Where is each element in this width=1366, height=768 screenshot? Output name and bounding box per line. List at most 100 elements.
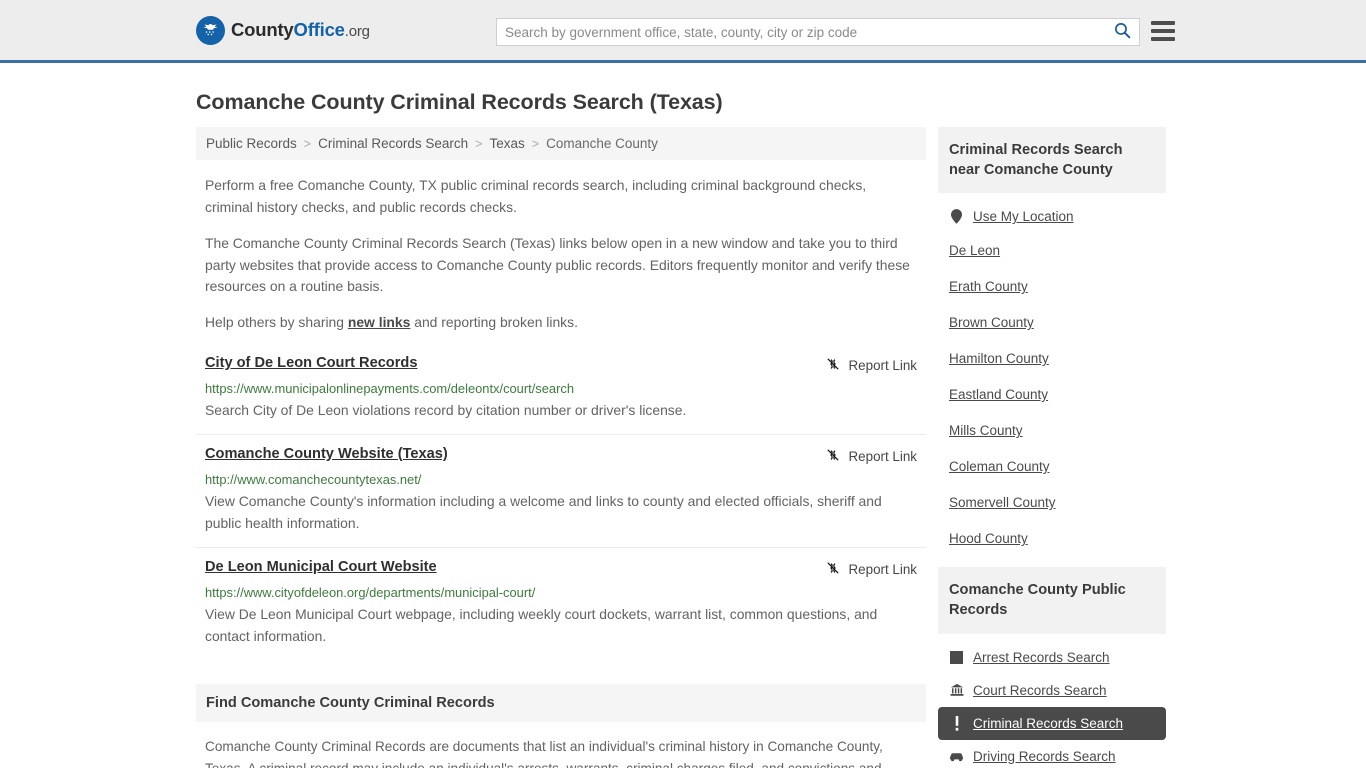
sidebar-item-somervell-county[interactable]: Somervell County	[938, 485, 1166, 521]
result-item: Comanche County Website (Texas) Report L…	[196, 446, 926, 548]
page-title: Comanche County Criminal Records Search …	[196, 90, 723, 114]
hamburger-bar	[1151, 37, 1175, 41]
breadcrumb-item-criminal-records-search[interactable]: Criminal Records Search	[318, 136, 468, 151]
breadcrumb-item-public-records[interactable]: Public Records	[206, 136, 297, 151]
sidebar-item-label: Court Records Search	[973, 682, 1107, 698]
fingerprint-square-icon	[949, 650, 964, 665]
sidebar-item-hamilton-county[interactable]: Hamilton County	[938, 341, 1166, 377]
report-link-button[interactable]: Report Link	[825, 560, 917, 579]
sidebar-item-brown-county[interactable]: Brown County	[938, 305, 1166, 341]
logo-wordmark: CountyOffice.org	[231, 19, 370, 41]
sidebar-item-coleman-county[interactable]: Coleman County	[938, 449, 1166, 485]
result-url: https://www.cityofdeleon.org/departments…	[205, 584, 536, 600]
breadcrumb: Public Records > Criminal Records Search…	[196, 127, 926, 160]
sidebar-item-driving-records-search[interactable]: Driving Records Search	[938, 740, 1166, 768]
sidebar-item-criminal-records-search[interactable]: Criminal Records Search	[938, 706, 1166, 740]
sidebar-item-label: Criminal Records Search	[973, 715, 1124, 731]
breadcrumb-separator: >	[303, 136, 312, 151]
sidebar-item-label: Hamilton County	[949, 351, 1049, 367]
hamburger-bar	[1151, 21, 1175, 25]
sidebar-item-label: Eastland County	[949, 387, 1049, 403]
sidebar-public-records-list: Arrest Records Search Court Records Sear…	[938, 634, 1166, 768]
exclamation-icon	[949, 715, 964, 731]
results-list: City of De Leon Court Records Report Lin…	[196, 355, 926, 660]
result-item: De Leon Municipal Court Website Report L…	[196, 559, 926, 660]
report-link-label: Report Link	[848, 358, 917, 374]
logo-text-org: .org	[344, 23, 370, 40]
search-input[interactable]	[497, 19, 1105, 45]
result-header: De Leon Municipal Court Website Report L…	[205, 559, 917, 579]
sidebar-item-label: Arrest Records Search	[973, 649, 1110, 665]
hamburger-bar	[1151, 29, 1175, 33]
sidebar-near-list: Use My Location De Leon Erath County Bro…	[938, 193, 1166, 557]
result-header: Comanche County Website (Texas) Report L…	[205, 446, 917, 466]
courthouse-icon	[949, 683, 964, 698]
sidebar-item-mills-county[interactable]: Mills County	[938, 413, 1166, 449]
broken-link-icon	[825, 560, 841, 579]
sidebar-item-label: Brown County	[949, 315, 1034, 331]
find-records-body: Comanche County Criminal Records are doc…	[205, 738, 883, 768]
intro-paragraph-2: The Comanche County Criminal Records Sea…	[205, 235, 910, 295]
result-description: View De Leon Municipal Court webpage, in…	[205, 605, 878, 645]
result-description: View Comanche County's information inclu…	[205, 492, 882, 532]
sidebar-item-label: Coleman County	[949, 459, 1050, 475]
result-title-link[interactable]: City of De Leon Court Records	[205, 355, 417, 371]
search-bar[interactable]	[496, 18, 1140, 46]
logo-text-county: County	[231, 19, 294, 40]
result-url: https://www.municipalonlinepayments.com/…	[205, 381, 574, 397]
breadcrumb-item-comanche-county: Comanche County	[546, 136, 658, 151]
site-logo[interactable]: CountyOffice.org	[196, 15, 370, 45]
sidebar: Criminal Records Search near Comanche Co…	[938, 127, 1166, 768]
search-button[interactable]	[1105, 19, 1139, 45]
breadcrumb-separator: >	[531, 136, 540, 151]
site-header: CountyOffice.org	[0, 0, 1366, 63]
sidebar-item-label: Mills County	[949, 423, 1023, 439]
hamburger-menu-icon[interactable]	[1151, 21, 1175, 41]
sidebar-panel-public-records: Comanche County Public Records Arrest Re…	[938, 567, 1166, 768]
report-link-label: Report Link	[848, 561, 917, 577]
result-header: City of De Leon Court Records Report Lin…	[205, 355, 917, 375]
intro-paragraph-3: Help others by sharing new links and rep…	[196, 312, 926, 334]
broken-link-icon	[825, 356, 841, 375]
main-column: Public Records > Criminal Records Search…	[196, 127, 926, 768]
eagle-seal-icon	[196, 15, 225, 45]
sidebar-item-label: Driving Records Search	[973, 748, 1116, 764]
sidebar-panel-near: Criminal Records Search near Comanche Co…	[938, 127, 1166, 557]
result-title-link[interactable]: De Leon Municipal Court Website	[205, 559, 437, 575]
broken-link-icon	[825, 447, 841, 466]
sidebar-item-use-my-location[interactable]: Use My Location	[938, 200, 1166, 233]
sidebar-item-label: Hood County	[949, 531, 1028, 547]
content-columns: Public Records > Criminal Records Search…	[196, 127, 1170, 768]
sidebar-item-eastland-county[interactable]: Eastland County	[938, 377, 1166, 413]
new-links-link[interactable]: new links	[348, 314, 411, 330]
result-title-link[interactable]: Comanche County Website (Texas)	[205, 446, 448, 462]
sidebar-item-de-leon[interactable]: De Leon	[938, 233, 1166, 269]
sidebar-item-label: Somervell County	[949, 495, 1056, 511]
result-description: Search City of De Leon violations record…	[205, 402, 687, 419]
sidebar-item-label: Erath County	[949, 279, 1028, 295]
sidebar-item-label: De Leon	[949, 243, 1001, 259]
report-link-label: Report Link	[848, 448, 917, 464]
map-pin-icon	[949, 209, 964, 225]
sidebar-use-location-label: Use My Location	[973, 209, 1074, 225]
logo-text-office: Office	[293, 19, 345, 40]
search-icon	[1114, 22, 1131, 42]
find-records-section: Find Comanche County Criminal Records Co…	[196, 683, 926, 768]
sidebar-item-hood-county[interactable]: Hood County	[938, 521, 1166, 557]
breadcrumb-separator: >	[475, 136, 483, 151]
find-records-heading: Find Comanche County Criminal Records	[196, 683, 926, 722]
intro-text: Perform a free Comanche County, TX publi…	[196, 175, 926, 333]
sidebar-near-heading: Criminal Records Search near Comanche Co…	[938, 127, 1166, 194]
intro-p3-after: and reporting broken links.	[410, 313, 578, 330]
sidebar-item-erath-county[interactable]: Erath County	[938, 269, 1166, 305]
breadcrumb-item-texas[interactable]: Texas	[489, 136, 524, 151]
page-container: Comanche County Criminal Records Search …	[0, 90, 1366, 768]
intro-paragraph-1: Perform a free Comanche County, TX publi…	[205, 177, 867, 215]
intro-p3-before: Help others by sharing	[205, 313, 348, 330]
result-url: http://www.comanchecountytexas.net/	[205, 471, 422, 487]
sidebar-item-arrest-records-search[interactable]: Arrest Records Search	[938, 641, 1166, 674]
sidebar-item-court-records-search[interactable]: Court Records Search	[938, 674, 1166, 707]
sidebar-public-records-heading: Comanche County Public Records	[938, 567, 1166, 634]
report-link-button[interactable]: Report Link	[825, 447, 917, 466]
report-link-button[interactable]: Report Link	[825, 356, 917, 375]
